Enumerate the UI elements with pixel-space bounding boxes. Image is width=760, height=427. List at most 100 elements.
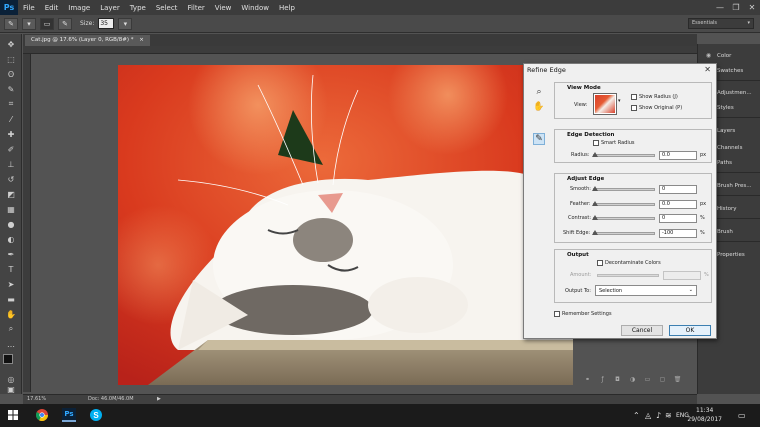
menu-edit[interactable]: Edit [40, 4, 64, 12]
volume-icon[interactable]: ♪ [656, 411, 661, 420]
panel-color[interactable]: ◉ Color [698, 48, 760, 63]
feather-input[interactable]: 0.0 [659, 200, 697, 209]
delete-layer-icon[interactable]: 🗑 [673, 375, 682, 383]
add-mask-icon[interactable]: ◘ [613, 375, 622, 383]
preset-dropdown-icon[interactable]: ▾ [22, 17, 36, 30]
adjustment-layer-icon[interactable]: ◑ [628, 375, 637, 383]
move-tool-icon[interactable]: ✥ [5, 38, 17, 50]
quick-selection-tool-icon[interactable]: ✎ [5, 83, 17, 95]
status-menu-arrow-icon[interactable]: ▶ [157, 396, 161, 402]
start-button[interactable] [6, 408, 20, 422]
feather-slider-thumb[interactable] [592, 201, 598, 206]
cancel-button[interactable]: Cancel [621, 325, 663, 336]
zoom-level[interactable]: 17.61% [27, 396, 46, 402]
lasso-tool-icon[interactable]: ʘ [5, 68, 17, 80]
refine-radius-tool-icon[interactable]: ✎ [533, 133, 545, 145]
network-icon[interactable]: ◬ [645, 411, 651, 420]
radius-slider[interactable] [592, 152, 655, 157]
output-to-select[interactable]: Selection ⌄ [595, 285, 697, 296]
new-group-icon[interactable]: ▭ [643, 375, 652, 383]
skype-taskbar-button[interactable]: S [89, 408, 103, 422]
view-mode-group: View Mode View: ▾ Show Radius (J) Show O… [554, 82, 712, 119]
new-selection-icon[interactable]: ▭ [40, 17, 54, 30]
show-radius-checkbox[interactable] [631, 94, 637, 100]
size-input[interactable]: 35 [98, 18, 115, 29]
close-tab-icon[interactable]: × [139, 37, 144, 43]
gradient-tool-icon[interactable]: ▦ [5, 203, 17, 215]
chrome-taskbar-button[interactable] [35, 408, 49, 422]
document-canvas[interactable] [118, 65, 573, 385]
notifications-icon[interactable]: ▭ [738, 411, 746, 420]
smooth-input[interactable]: 0 [659, 185, 697, 194]
shift-edge-slider-thumb[interactable] [592, 230, 598, 235]
smooth-slider[interactable] [592, 186, 655, 191]
path-selection-tool-icon[interactable]: ➤ [5, 278, 17, 290]
smart-radius-checkbox[interactable] [593, 140, 599, 146]
eraser-tool-icon[interactable]: ◩ [5, 188, 17, 200]
menu-layer[interactable]: Layer [95, 4, 125, 12]
close-window-button[interactable]: ✕ [744, 0, 760, 15]
type-tool-icon[interactable]: T [5, 263, 17, 275]
screen-mode-icon[interactable]: ▣ [5, 385, 17, 394]
marquee-tool-icon[interactable]: ⬚ [5, 53, 17, 65]
zoom-tool-icon[interactable]: ⌕ [5, 323, 17, 335]
foreground-color-swatch[interactable] [3, 354, 13, 364]
wifi-icon[interactable]: ≋ [665, 411, 672, 420]
hand-icon[interactable]: ✋ [533, 101, 545, 113]
size-dropdown-icon[interactable]: ▾ [118, 17, 133, 30]
clock[interactable]: 11:34 29/08/2017 [687, 406, 722, 424]
menu-type[interactable]: Type [125, 4, 151, 12]
decontaminate-checkbox[interactable] [597, 260, 603, 266]
smooth-slider-thumb[interactable] [592, 186, 598, 191]
quick-mask-icon[interactable]: ◎ [5, 373, 17, 385]
contrast-slider-thumb[interactable] [592, 215, 598, 220]
radius-slider-thumb[interactable] [592, 152, 598, 157]
menu-view[interactable]: View [210, 4, 237, 12]
view-dropdown-icon[interactable]: ▾ [618, 98, 621, 104]
eyedropper-tool-icon[interactable]: ⁄ [5, 113, 17, 125]
ok-button[interactable]: OK [669, 325, 711, 336]
menu-file[interactable]: File [18, 4, 40, 12]
photoshop-taskbar-button[interactable]: Ps [62, 408, 76, 422]
pen-tool-icon[interactable]: ✒ [5, 248, 17, 260]
contrast-input[interactable]: 0 [659, 214, 697, 223]
shift-edge-input[interactable]: -100 [659, 229, 697, 238]
view-thumbnail[interactable] [593, 93, 617, 115]
restore-button[interactable]: ❐ [728, 0, 744, 15]
new-layer-icon[interactable]: ▢ [658, 375, 667, 383]
more-tools-icon[interactable]: … [5, 338, 17, 350]
feather-slider[interactable] [592, 201, 655, 206]
remember-settings-checkbox[interactable] [554, 311, 560, 317]
contrast-slider[interactable] [592, 215, 655, 220]
shape-tool-icon[interactable]: ▬ [5, 293, 17, 305]
crop-tool-icon[interactable]: ⌗ [5, 98, 17, 110]
minimize-button[interactable]: — [712, 0, 728, 15]
tool-preset-picker[interactable]: ✎ [4, 17, 18, 30]
clone-stamp-tool-icon[interactable]: ⊥ [5, 158, 17, 170]
radius-input[interactable]: 0.0 [659, 151, 697, 160]
menu-select[interactable]: Select [151, 4, 183, 12]
brush-tool-icon[interactable]: ✐ [5, 143, 17, 155]
document-tab-bar: Cat.jpg @ 17.6% (Layer 0, RGB/8#) * × [23, 34, 697, 46]
menu-image[interactable]: Image [63, 4, 95, 12]
workspace-switcher[interactable]: Essentials ▾ [688, 18, 754, 29]
tray-chevron-up-icon[interactable]: ⌃ [633, 411, 640, 420]
dodge-tool-icon[interactable]: ◐ [5, 233, 17, 245]
layer-style-icon[interactable]: ƒ [598, 375, 607, 383]
history-brush-tool-icon[interactable]: ↺ [5, 173, 17, 185]
zoom-icon[interactable]: ⌕ [533, 86, 545, 98]
document-tab[interactable]: Cat.jpg @ 17.6% (Layer 0, RGB/8#) * × [25, 35, 150, 46]
output-title: Output [567, 252, 589, 258]
menu-help[interactable]: Help [274, 4, 300, 12]
show-original-checkbox[interactable] [631, 105, 637, 111]
close-icon[interactable]: ✕ [704, 65, 711, 74]
blur-tool-icon[interactable]: ● [5, 218, 17, 230]
menu-filter[interactable]: Filter [182, 4, 209, 12]
hand-tool-icon[interactable]: ✋ [5, 308, 17, 320]
link-layers-icon[interactable]: ⚭ [583, 375, 592, 383]
shift-edge-slider[interactable] [592, 230, 655, 235]
healing-brush-tool-icon[interactable]: ✚ [5, 128, 17, 140]
add-selection-icon[interactable]: ✎ [58, 17, 72, 30]
edge-detection-group: Edge Detection Smart Radius Radius: 0.0 … [554, 129, 712, 163]
menu-window[interactable]: Window [236, 4, 274, 12]
